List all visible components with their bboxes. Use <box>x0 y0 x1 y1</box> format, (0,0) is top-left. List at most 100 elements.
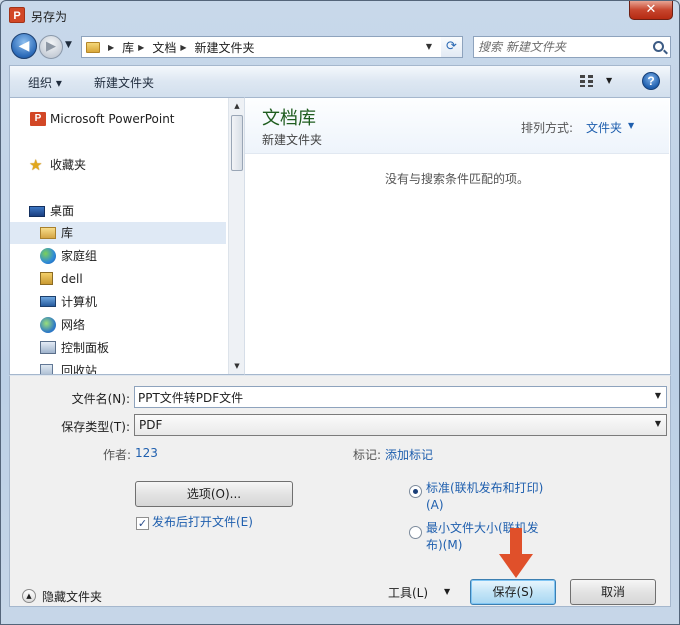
view-options-icon[interactable] <box>580 75 594 87</box>
optimize-standard-label[interactable]: 标准(联机发布和打印) (A) <box>426 480 543 514</box>
tools-button[interactable]: 工具(L) <box>388 584 428 601</box>
cancel-button[interactable]: 取消 <box>570 579 656 605</box>
sidebar-item-control-panel[interactable]: 控制面板 <box>10 337 226 359</box>
hide-folders-button[interactable]: 隐藏文件夹 <box>42 588 102 605</box>
network-icon <box>40 317 56 333</box>
optimize-standard-line1: 标准(联机发布和打印) <box>426 481 544 495</box>
library-icon <box>40 227 56 239</box>
sidebar-item-powerpoint[interactable]: P Microsoft PowerPoint <box>10 108 226 130</box>
filetype-label: 保存类型(T): <box>61 420 130 434</box>
search-icon[interactable] <box>653 41 664 52</box>
annotation-arrow-icon <box>499 528 533 578</box>
computer-icon <box>40 296 56 307</box>
desktop-icon <box>29 206 45 217</box>
save-options-panel: 文件名(N): ▼ 保存类型(T): PDF ▼ 作者: 123 标记: 添加标… <box>9 375 671 607</box>
search-box[interactable] <box>473 36 671 58</box>
search-input[interactable] <box>478 39 646 55</box>
optimize-standard-radio[interactable] <box>409 485 422 498</box>
powerpoint-icon: P <box>9 7 25 23</box>
command-toolbar: 组织 ▾ 新建文件夹 ▼ ? <box>9 65 671 97</box>
sidebar-item-library[interactable]: 库 <box>10 222 226 244</box>
control-panel-icon <box>40 341 56 354</box>
scroll-thumb[interactable] <box>231 115 243 171</box>
view-dropdown-icon[interactable]: ▼ <box>606 76 612 85</box>
window-title: 另存为 <box>31 10 68 24</box>
sidebar-item-label: 回收站 <box>61 364 98 375</box>
user-folder-icon <box>40 272 53 285</box>
refresh-icon: ⟳ <box>446 39 457 54</box>
tools-dropdown-icon[interactable]: ▼ <box>444 587 450 596</box>
arrange-by-dropdown[interactable]: 文件夹 <box>586 119 622 136</box>
tags-value[interactable]: 添加标记 <box>385 446 433 463</box>
help-icon[interactable]: ? <box>642 72 660 90</box>
open-after-publish-checkbox[interactable]: ✓ <box>136 517 149 530</box>
forward-button[interactable]: ▶ <box>39 35 63 59</box>
file-list-pane[interactable]: 文档库 新建文件夹 排列方式: 文件夹 ▼ 没有与搜索条件匹配的项。 <box>245 97 671 375</box>
sidebar-item-label: dell <box>61 272 83 286</box>
library-subtitle: 新建文件夹 <box>262 133 323 147</box>
sidebar-item-label: 家庭组 <box>61 249 98 263</box>
navigation-bar: ◀ ▶ ▼ ▶ 库 ▶ 文档 ▶ 新建文件夹 ▼ ⟳ <box>1 31 679 63</box>
sidebar-item-label: 库 <box>61 226 74 240</box>
breadcrumb-separator-icon[interactable]: ▶ <box>180 43 186 52</box>
filetype-select[interactable]: PDF ▼ <box>134 414 667 436</box>
filename-label: 文件名(N): <box>71 392 130 406</box>
sidebar-item-label: 计算机 <box>61 295 98 309</box>
save-as-dialog: P 另存为 ✕ ◀ ▶ ▼ ▶ 库 ▶ 文档 ▶ 新建文件夹 ▼ ⟳ 组织 ▾ … <box>0 0 680 625</box>
tags-label: 标记: <box>353 448 382 462</box>
scroll-up-icon[interactable]: ▲ <box>229 98 244 114</box>
back-button[interactable]: ◀ <box>11 33 37 59</box>
filename-input[interactable] <box>138 389 645 405</box>
arrange-dropdown-icon[interactable]: ▼ <box>628 121 634 130</box>
save-button[interactable]: 保存(S) <box>470 579 556 605</box>
optimize-minimum-radio[interactable] <box>409 526 422 539</box>
options-button[interactable]: 选项(O)... <box>135 481 293 507</box>
sidebar-item-computer[interactable]: 计算机 <box>10 291 226 313</box>
sidebar-item-homegroup[interactable]: 家庭组 <box>10 245 226 267</box>
sidebar-item-label: 控制面板 <box>61 341 110 355</box>
breadcrumb-new-folder[interactable]: 新建文件夹 <box>195 39 255 56</box>
library-header: 文档库 新建文件夹 排列方式: 文件夹 ▼ <box>245 98 669 154</box>
navigation-pane: P Microsoft PowerPoint ★ 收藏夹 桌面 库 家庭组 de… <box>9 97 245 375</box>
sidebar-item-recycle-bin[interactable]: 回收站 <box>10 360 226 375</box>
organize-button[interactable]: 组织 ▾ <box>28 74 62 91</box>
breadcrumb-library[interactable]: 库 <box>122 39 134 56</box>
scroll-down-icon[interactable]: ▼ <box>229 358 244 374</box>
new-folder-button[interactable]: 新建文件夹 <box>94 74 154 91</box>
breadcrumb-separator-icon[interactable]: ▶ <box>138 43 144 52</box>
sidebar-item-dell[interactable]: dell <box>10 268 226 290</box>
address-bar[interactable]: ▶ 库 ▶ 文档 ▶ 新建文件夹 ▼ <box>81 36 463 58</box>
filename-combobox[interactable]: ▼ <box>134 386 667 408</box>
sidebar-item-favorites[interactable]: ★ 收藏夹 <box>10 154 226 176</box>
collapse-up-icon[interactable]: ▲ <box>22 589 36 603</box>
sidebar-item-label: 桌面 <box>50 204 75 218</box>
optimize-standard-line2: (A) <box>426 498 444 512</box>
breadcrumb-documents[interactable]: 文档 <box>152 39 176 56</box>
library-title: 文档库 <box>262 108 316 129</box>
recycle-bin-icon <box>40 364 53 374</box>
recent-pages-dropdown-icon[interactable]: ▼ <box>65 40 72 50</box>
navigation-scrollbar[interactable]: ▲ ▼ <box>228 98 244 374</box>
author-value[interactable]: 123 <box>135 446 158 460</box>
filename-dropdown-icon[interactable]: ▼ <box>655 391 661 400</box>
sidebar-item-label: 收藏夹 <box>50 158 87 172</box>
sidebar-item-network[interactable]: 网络 <box>10 314 226 336</box>
homegroup-icon <box>40 248 56 264</box>
filetype-dropdown-icon[interactable]: ▼ <box>655 419 661 428</box>
sidebar-item-desktop[interactable]: 桌面 <box>10 200 226 222</box>
star-icon: ★ <box>29 156 43 174</box>
open-after-publish-label[interactable]: 发布后打开文件(E) <box>152 514 253 531</box>
powerpoint-icon: P <box>30 112 46 126</box>
empty-results-message: 没有与搜索条件匹配的项。 <box>384 172 529 186</box>
arrange-by-label: 排列方式: <box>521 121 574 135</box>
refresh-button[interactable]: ⟳ <box>441 36 463 58</box>
sidebar-item-label: 网络 <box>61 318 86 332</box>
address-dropdown-icon[interactable]: ▼ <box>418 37 440 57</box>
close-button[interactable]: ✕ <box>629 1 673 20</box>
author-label: 作者: <box>103 448 132 462</box>
title-bar: P 另存为 ✕ <box>1 1 679 31</box>
breadcrumb-separator-icon[interactable]: ▶ <box>108 43 114 52</box>
sidebar-item-label: Microsoft PowerPoint <box>50 112 175 126</box>
filetype-value: PDF <box>139 418 163 432</box>
folder-icon <box>86 41 100 53</box>
